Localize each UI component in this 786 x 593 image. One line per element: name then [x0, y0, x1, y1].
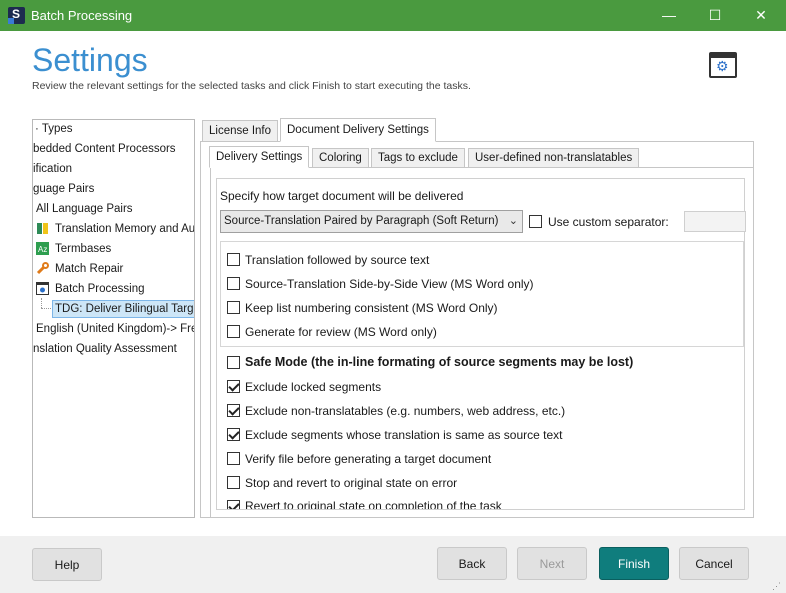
option-label: Source-Translation Side-by-Side View (MS… [245, 277, 534, 291]
cancel-button[interactable]: Cancel [679, 547, 749, 580]
tab-user-defined-non-translatables[interactable]: User-defined non-translatables [468, 148, 640, 168]
tree-item-label: ification [33, 163, 72, 175]
tree-item[interactable]: English (United Kingdom)-> Fre [36, 320, 195, 338]
finish-button[interactable]: Finish [599, 547, 669, 580]
maximize-button[interactable]: ☐ [692, 0, 738, 31]
window-title: Batch Processing [31, 8, 133, 23]
revert-completion-checkbox[interactable] [227, 500, 240, 509]
tree-item-translation-memory[interactable]: Translation Memory and Au [36, 220, 195, 238]
page-subtitle: Review the relevant settings for the sel… [32, 80, 471, 92]
svg-text:Az: Az [38, 245, 47, 254]
option-checkbox[interactable] [227, 253, 240, 266]
option-checkbox[interactable] [227, 325, 240, 338]
tree-item-match-repair[interactable]: Match Repair [36, 260, 123, 278]
safe-mode-checkbox[interactable] [227, 356, 240, 369]
clipped-row: Revert to original state on completion o… [216, 497, 745, 509]
tab-delivery-settings[interactable]: Delivery Settings [209, 146, 310, 168]
tree-item[interactable]: guage Pairs [33, 180, 94, 198]
exclude-non-translatables-checkbox[interactable] [227, 404, 240, 417]
tree-item-label: bedded Content Processors [33, 143, 176, 155]
tree-item-label: All Language Pairs [36, 203, 133, 215]
tree-connector [41, 298, 42, 308]
tree-item[interactable]: ification [33, 160, 72, 178]
exclude-same-translation-checkbox[interactable] [227, 428, 240, 441]
option-checkbox[interactable] [227, 301, 240, 314]
tree-item-label: guage Pairs [33, 183, 95, 195]
tree-item[interactable]: · Types [35, 120, 73, 138]
tab-tags-to-exclude[interactable]: Tags to exclude [371, 148, 465, 168]
custom-separator-input[interactable] [684, 211, 746, 232]
option-label: Verify file before generating a target d… [245, 452, 492, 466]
option-label: Stop and revert to original state on err… [245, 476, 458, 490]
verify-file-checkbox[interactable] [227, 452, 240, 465]
delivery-mode-dropdown[interactable]: Source-Translation Paired by Paragraph (… [220, 210, 523, 233]
delivery-prompt-label: Specify how target document will be deli… [220, 189, 464, 203]
option-label: Translation followed by source text [245, 253, 430, 267]
settings-tree[interactable]: · Types bedded Content Processors ificat… [32, 119, 195, 518]
tree-item-termbases[interactable]: Az Termbases [36, 240, 111, 258]
wrench-icon [36, 262, 49, 275]
stop-revert-checkbox[interactable] [227, 476, 240, 489]
tree-item[interactable]: All Language Pairs [36, 200, 133, 218]
page-title: Settings [32, 42, 148, 78]
resize-grip-icon[interactable]: ⋰ [772, 580, 784, 592]
tab-coloring[interactable]: Coloring [312, 148, 369, 168]
next-button[interactable]: Next [517, 547, 587, 580]
option-checkbox[interactable] [227, 277, 240, 290]
minimize-button[interactable]: — [646, 0, 692, 31]
tree-item[interactable]: bedded Content Processors [33, 140, 176, 158]
tree-item-label: TDG: Deliver Bilingual Targe [52, 300, 194, 318]
app-logo-icon [8, 7, 25, 24]
translation-memory-icon [37, 223, 48, 234]
termbase-icon: Az [36, 242, 49, 255]
chevron-down-icon: ⌄ [508, 215, 518, 227]
option-label: Exclude locked segments [245, 380, 382, 394]
tree-item-tdg-deliver[interactable]: TDG: Deliver Bilingual Targe [52, 300, 194, 318]
option-label: Generate for review (MS Word only) [245, 325, 437, 339]
exclude-locked-checkbox[interactable] [227, 380, 240, 393]
tab-license-info[interactable]: License Info [202, 120, 279, 142]
option-label: Exclude non-translatables (e.g. numbers,… [245, 404, 566, 418]
help-button[interactable]: Help [32, 548, 102, 581]
tree-item[interactable]: nslation Quality Assessment [33, 340, 177, 358]
safe-mode-label: Safe Mode (the in-line formating of sour… [245, 355, 634, 369]
tree-item-label: Match Repair [55, 263, 124, 275]
tree-item-label: · Types [35, 123, 73, 135]
batch-settings-icon [36, 282, 49, 295]
tree-item-label: nslation Quality Assessment [33, 343, 177, 355]
back-button[interactable]: Back [437, 547, 507, 580]
option-label: Revert to original state on completion o… [245, 499, 502, 509]
tree-item-label: Batch Processing [55, 283, 145, 295]
option-label: Exclude segments whose translation is sa… [245, 428, 563, 442]
tree-item-label: Translation Memory and Au [55, 223, 195, 235]
settings-window-icon: ⚙ [709, 52, 737, 78]
custom-separator-label: Use custom separator: [548, 215, 669, 229]
option-label: Keep list numbering consistent (MS Word … [245, 301, 498, 315]
close-button[interactable]: ✕ [738, 0, 784, 31]
tree-item-label: English (United Kingdom)-> Fre [36, 323, 195, 335]
tree-item-label: Termbases [55, 243, 112, 255]
dropdown-value: Source-Translation Paired by Paragraph (… [224, 215, 499, 227]
custom-separator-checkbox[interactable] [529, 215, 542, 228]
title-bar: Batch Processing — ☐ ✕ [0, 0, 786, 31]
tree-item-batch-processing[interactable]: Batch Processing [36, 280, 145, 298]
tab-document-delivery-settings[interactable]: Document Delivery Settings [280, 118, 436, 142]
